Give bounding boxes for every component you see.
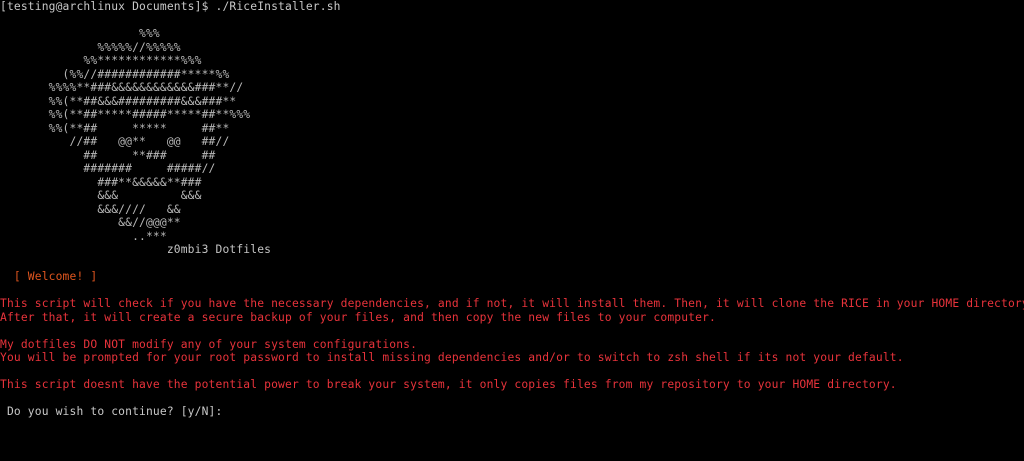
welcome-banner: [ Welcome! ] xyxy=(0,270,98,283)
dotfiles-label: z0mbi3 Dotfiles xyxy=(0,243,272,256)
ascii-art-line: ## **### ## xyxy=(0,148,216,162)
ascii-art-line: %%(**##&&&#########&&&###** xyxy=(0,94,237,108)
ascii-art-line: (%%//############*****%% xyxy=(0,67,230,81)
ascii-art-line: &&//@@@** xyxy=(0,216,181,229)
ascii-art-line: %%(**##*****#####*****##**%%% xyxy=(0,108,251,121)
ascii-art-line: ###**&&&&&**### xyxy=(0,175,202,189)
ascii-art-line: //## @@** @@ ##// xyxy=(0,135,230,148)
ascii-art-line: ####### #####// xyxy=(0,162,216,175)
continue-prompt[interactable]: Do you wish to continue? [y/N]: xyxy=(0,405,222,419)
terminal-window[interactable]: [testing@archlinux Documents]$ ./RiceIns… xyxy=(0,0,1024,461)
command-line: [testing@archlinux Documents]$ ./RiceIns… xyxy=(0,0,341,13)
ascii-art-line: %%(**## ***** ##** xyxy=(0,121,230,135)
info-line-no-modify: My dotfiles DO NOT modify any of your sy… xyxy=(0,337,418,351)
ascii-art-line: ..*** xyxy=(0,229,167,243)
info-line-safety: This script doesnt have the potential po… xyxy=(0,378,897,391)
ascii-art-line: %%%%**###&&&&&&&&&&&&###**// xyxy=(0,81,244,94)
ascii-art-line: &&& &&& xyxy=(0,189,202,202)
ascii-art-line: %%%%%//%%%%% xyxy=(0,40,181,54)
info-line-backup: After that, it will create a secure back… xyxy=(0,310,716,324)
info-line-root-password: You will be prompted for your root passw… xyxy=(0,351,904,364)
ascii-art-line: %%************%%% xyxy=(0,54,202,67)
info-line-dependencies: This script will check if you have the n… xyxy=(0,297,1024,310)
ascii-art-line: &&&//// && xyxy=(0,202,181,216)
ascii-art-line: %%% xyxy=(0,27,160,40)
